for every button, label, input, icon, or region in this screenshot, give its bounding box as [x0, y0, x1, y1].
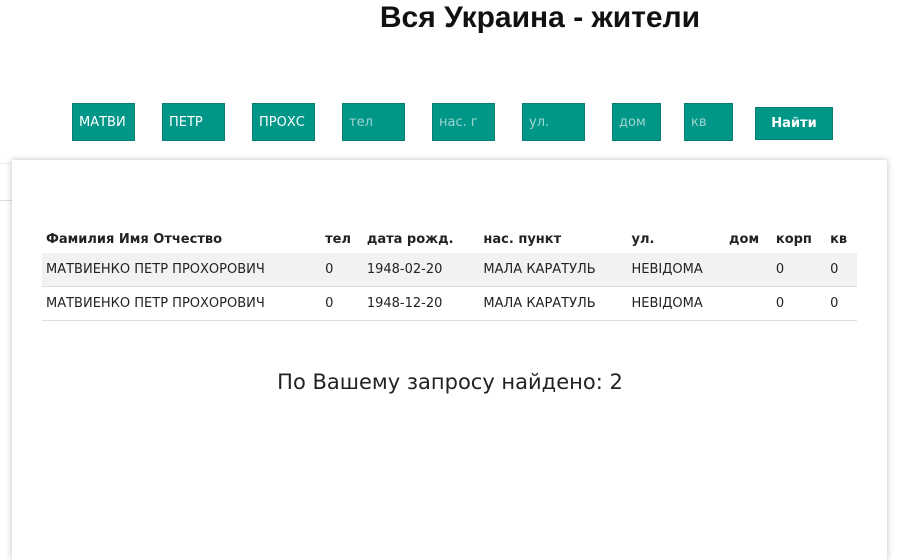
table-cell [725, 286, 772, 321]
search-button[interactable]: Найти [755, 107, 833, 140]
table-cell: МАТВИЕНКО ПЕТР ПРОХОРОВИЧ [42, 253, 322, 287]
table-cell: 0 [321, 286, 363, 321]
side-tab [0, 163, 12, 201]
table-cell: МАЛА КАРАТУЛЬ [479, 286, 628, 321]
column-header: кв [830, 231, 848, 247]
table-cell: МАТВИЕНКО ПЕТР ПРОХОРОВИЧ [42, 286, 322, 321]
street-input[interactable] [522, 103, 585, 141]
table-cell: НЕВІДОМА [627, 286, 726, 321]
column-header: ул. [631, 231, 655, 247]
page-title: Вся Украина - жители [379, 1, 701, 34]
table-cell [725, 253, 772, 287]
column-header: дата рожд. [366, 231, 454, 247]
patronymic-input[interactable] [252, 103, 315, 141]
first-name-input[interactable] [162, 103, 225, 141]
column-header: тел [325, 231, 352, 247]
phone-input[interactable] [342, 103, 405, 141]
table-row: МАТВИЕНКО ПЕТР ПРОХОРОВИЧ 0 1948-02-20 МАЛА… [42, 253, 857, 287]
table-row: МАТВИЕНКО ПЕТР ПРОХОРОВИЧ 0 1948-12-20 МАЛА… [42, 286, 857, 321]
table-cell: МАЛА КАРАТУЛЬ [479, 253, 628, 287]
house-input[interactable] [612, 103, 661, 141]
table-cell: 1948-02-20 [362, 253, 480, 287]
table-cell: 0 [826, 286, 857, 321]
table-cell: 0 [771, 286, 827, 321]
column-header: дом [729, 231, 760, 247]
table-cell: 0 [321, 253, 363, 287]
result-count: По Вашему запросу найдено: 2 [277, 370, 623, 394]
results-card [12, 160, 887, 560]
table-header-row: Фамилия Имя Отчество тел дата рожд. нас. пу… [42, 225, 857, 253]
table-cell: 0 [826, 253, 857, 287]
surname-input[interactable] [72, 103, 135, 141]
locality-input[interactable] [432, 103, 495, 141]
results-table: Фамилия Имя Отчество тел дата рожд. нас. пу… [42, 225, 857, 321]
column-header: нас. пункт [483, 231, 562, 247]
table-cell: НЕВІДОМА [627, 253, 726, 287]
column-header: корп [775, 231, 812, 247]
apartment-input[interactable] [684, 103, 733, 141]
table-cell: 1948-12-20 [362, 286, 480, 321]
column-header: Фамилия Имя Отчество [46, 231, 223, 247]
table-cell: 0 [771, 253, 827, 287]
